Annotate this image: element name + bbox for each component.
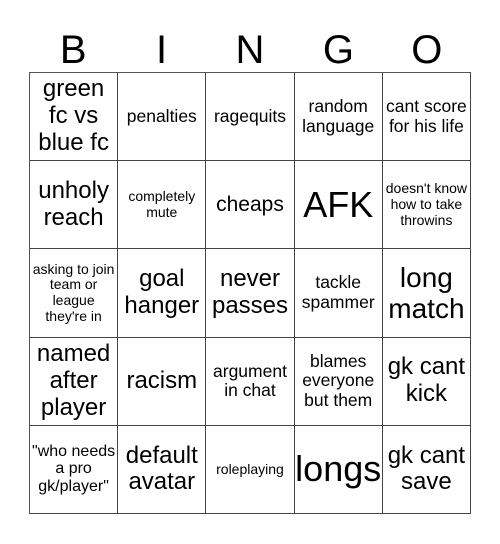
bingo-cell-r4c2[interactable]: racism: [118, 337, 207, 426]
bingo-cell-r5c2[interactable]: default avatar: [118, 425, 207, 514]
bingo-board: green fc vs blue fc penalties ragequits …: [29, 72, 471, 514]
bingo-cell-r4c4[interactable]: blames everyone but them: [294, 337, 383, 426]
bingo-cell-r2c3[interactable]: cheaps: [206, 161, 295, 250]
bingo-cell-r4c5[interactable]: gk cant kick: [382, 337, 471, 426]
header-letter-o: O: [411, 28, 443, 72]
bingo-cell-r1c1[interactable]: green fc vs blue fc: [30, 73, 119, 162]
bingo-cell-r3c5[interactable]: long match: [382, 249, 471, 338]
bingo-cell-r1c5[interactable]: cant score for his life: [382, 73, 471, 162]
bingo-cell-r2c1[interactable]: unholy reach: [30, 161, 119, 250]
bingo-cell-r2c5[interactable]: doesn't know how to take throwins: [382, 161, 471, 250]
header-letter-b: B: [59, 28, 87, 72]
bingo-cell-r5c1[interactable]: "who needs a pro gk/player": [30, 425, 119, 514]
bingo-cell-r5c4[interactable]: longs: [294, 425, 383, 514]
bingo-cell-r5c5[interactable]: gk cant save: [382, 425, 471, 514]
bingo-cell-r1c3[interactable]: ragequits: [206, 73, 295, 162]
bingo-cell-r1c2[interactable]: penalties: [118, 73, 207, 162]
bingo-cell-r1c4[interactable]: random language: [294, 73, 383, 162]
header-letter-i: I: [156, 28, 168, 72]
bingo-cell-r3c4[interactable]: tackle spammer: [294, 249, 383, 338]
bingo-cell-r5c3[interactable]: roleplaying: [206, 425, 295, 514]
bingo-cell-r2c4[interactable]: AFK: [294, 161, 383, 250]
bingo-cell-r3c2[interactable]: goal hanger: [118, 249, 207, 338]
bingo-cell-r3c1[interactable]: asking to join team or league they're in: [30, 249, 119, 338]
bingo-cell-r4c1[interactable]: named after player: [30, 337, 119, 426]
header-letter-g: G: [322, 28, 354, 72]
bingo-cell-r2c2[interactable]: completely mute: [118, 161, 207, 250]
bingo-cell-r3c3[interactable]: never passes: [206, 249, 295, 338]
bingo-cell-r4c3[interactable]: argument in chat: [206, 337, 295, 426]
header-letter-n: N: [235, 28, 265, 72]
bingo-header: B I N G O: [29, 28, 471, 72]
